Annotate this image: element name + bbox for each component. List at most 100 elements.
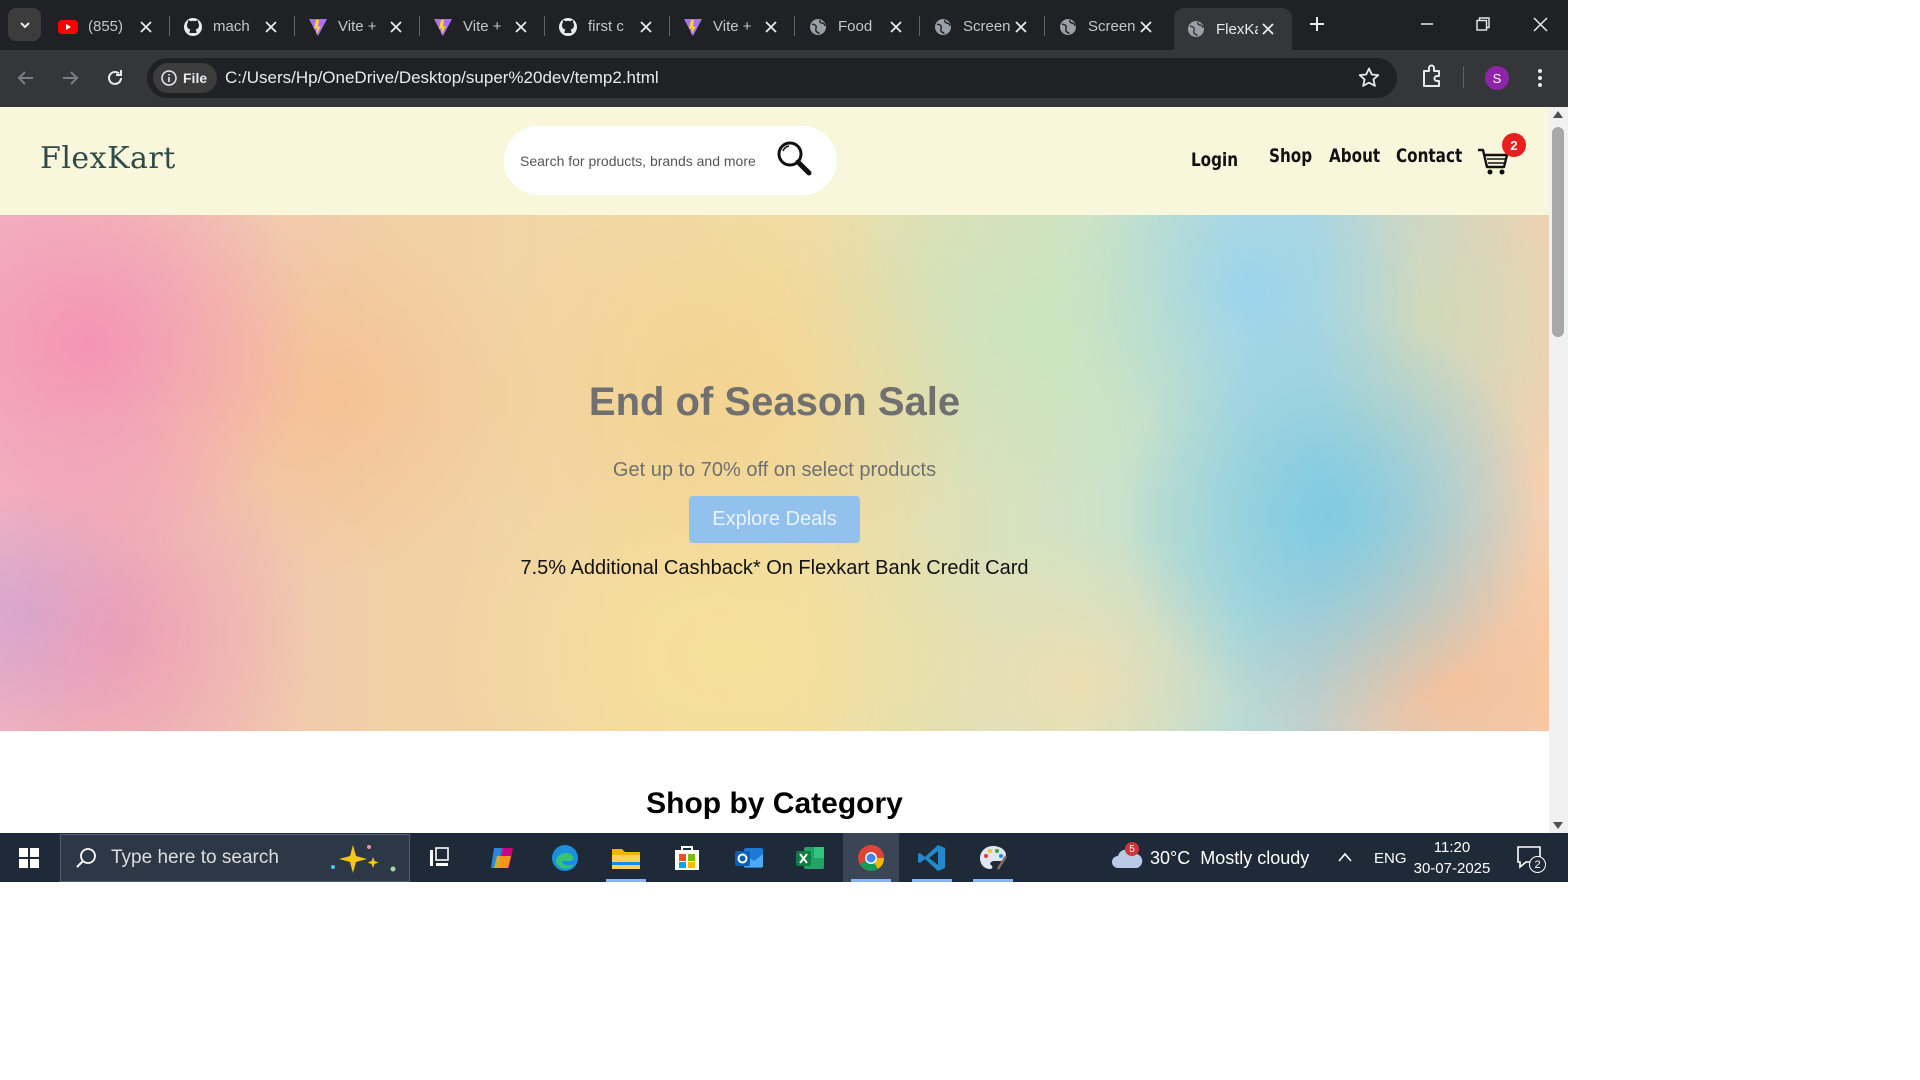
site-info-chip[interactable]: File <box>153 63 218 93</box>
close-tab-icon[interactable] <box>1011 17 1031 37</box>
site-logo[interactable]: FlexKart <box>40 141 176 176</box>
taskbar-app-paint[interactable] <box>965 833 1021 882</box>
youtube-icon <box>58 17 78 37</box>
clock-date: 30-07-2025 <box>1413 860 1491 877</box>
weather-widget[interactable]: 5 30°C Mostly cloudy <box>1110 842 1309 874</box>
browser-tab-strip: (855) mach Vite + Vite + first c Vite + … <box>0 0 1568 50</box>
close-tab-icon[interactable] <box>386 17 406 37</box>
windows-taskbar: Type here to search 5 30°C Mostly cloudy… <box>0 833 1568 882</box>
product-search-input[interactable] <box>518 148 758 174</box>
vite-icon <box>308 17 328 37</box>
taskbar-app-vscode[interactable] <box>904 833 960 882</box>
browser-tab-food[interactable]: Food <box>796 8 920 45</box>
vite-icon <box>683 17 703 37</box>
weather-temperature: 30°C <box>1150 847 1191 868</box>
folder-icon <box>612 848 640 869</box>
bookmark-star-icon[interactable] <box>1357 66 1381 90</box>
weather-description: Mostly cloudy <box>1200 847 1310 868</box>
extensions-puzzle-icon[interactable] <box>1419 63 1445 89</box>
start-button[interactable] <box>0 833 58 882</box>
taskbar-app-file-explorer[interactable] <box>598 833 654 882</box>
browser-tab-screen[interactable]: Screen <box>921 8 1045 45</box>
hero-title: End of Season Sale <box>588 380 961 424</box>
browser-tab-screen[interactable]: Screen <box>1046 8 1170 45</box>
browser-toolbar: File C:/Users/Hp/OneDrive/Desktop/super%… <box>0 50 1568 107</box>
browser-tab-flexkart-active[interactable]: FlexKa <box>1174 8 1292 50</box>
close-tab-icon[interactable] <box>636 17 656 37</box>
url-text[interactable]: C:/Users/Hp/OneDrive/Desktop/super%20dev… <box>225 68 659 88</box>
input-language[interactable]: ENG <box>1374 850 1407 867</box>
scroll-down-arrow-icon[interactable] <box>1553 822 1563 829</box>
github-icon <box>183 17 203 37</box>
profile-avatar[interactable]: S <box>1485 66 1509 90</box>
close-tab-icon[interactable] <box>886 17 906 37</box>
nav-contact[interactable]: Contact <box>1396 145 1462 167</box>
browser-tab-vite[interactable]: Vite + <box>296 8 420 45</box>
more-vertical-icon <box>1538 69 1542 87</box>
cart-count-badge: 2 <box>1502 133 1526 157</box>
browser-menu-button[interactable] <box>1530 64 1550 92</box>
task-view-icon <box>430 846 449 866</box>
nav-about[interactable]: About <box>1329 145 1380 167</box>
explore-deals-button[interactable]: Explore Deals <box>689 496 860 543</box>
address-bar[interactable]: File C:/Users/Hp/OneDrive/Desktop/super%… <box>147 58 1397 98</box>
taskbar-app-chrome[interactable] <box>843 833 899 882</box>
taskbar-app-copilot[interactable] <box>475 833 531 882</box>
taskbar-app-outlook[interactable] <box>721 833 777 882</box>
arrow-left-icon <box>17 71 33 85</box>
paint-palette-icon <box>980 845 1008 870</box>
hero-subtitle: Get up to 70% off on select products <box>612 459 937 481</box>
browser-tab-vite[interactable]: Vite + <box>421 8 545 45</box>
back-button[interactable] <box>10 62 42 94</box>
close-tab-icon[interactable] <box>761 17 781 37</box>
minimize-button[interactable] <box>1407 6 1447 42</box>
weather-alert-badge: 5 <box>1125 842 1139 856</box>
chrome-icon <box>858 844 885 871</box>
taskbar-search-box[interactable]: Type here to search <box>60 834 410 882</box>
taskbar-app-excel[interactable] <box>782 833 838 882</box>
system-clock[interactable]: 11:20 30-07-2025 <box>1410 837 1494 879</box>
tab-search-button[interactable] <box>8 8 41 41</box>
nav-shop[interactable]: Shop <box>1269 145 1312 167</box>
close-window-button[interactable] <box>1520 6 1560 42</box>
close-tab-icon[interactable] <box>1136 17 1156 37</box>
browser-tab-github[interactable]: mach <box>171 8 295 45</box>
search-icon[interactable] <box>774 139 814 179</box>
notification-count-badge: 2 <box>1529 856 1546 873</box>
arrow-right-icon <box>63 71 79 85</box>
globe-icon <box>933 17 953 37</box>
browser-tab-youtube[interactable]: (855) <box>46 8 170 45</box>
product-search-box <box>504 126 837 195</box>
notifications-button[interactable]: 2 <box>1516 845 1546 873</box>
globe-icon <box>1058 17 1078 37</box>
scrollbar-thumb[interactable] <box>1552 127 1564 337</box>
reload-button[interactable] <box>99 62 131 94</box>
restore-button[interactable] <box>1463 6 1503 42</box>
page-scrollbar[interactable] <box>1549 107 1568 833</box>
nav-login[interactable]: Login <box>1191 149 1238 171</box>
close-tab-icon[interactable] <box>511 17 531 37</box>
windows-logo-icon <box>19 847 39 868</box>
close-tab-icon[interactable] <box>1258 19 1278 39</box>
scroll-up-arrow-icon[interactable] <box>1553 111 1563 118</box>
show-hidden-icons-chevron-up-icon[interactable] <box>1337 851 1353 863</box>
close-tab-icon[interactable] <box>261 17 281 37</box>
page-viewport: FlexKart Login Shop About Contact 2 End … <box>0 107 1549 833</box>
tab-title: mach <box>213 18 250 35</box>
hero-banner: End of Season Sale Get up to 70% off on … <box>0 215 1549 731</box>
taskbar-app-edge[interactable] <box>537 833 593 882</box>
vscode-icon <box>918 844 945 871</box>
close-tab-icon[interactable] <box>136 17 156 37</box>
browser-tab-github[interactable]: first c <box>546 8 670 45</box>
tab-title: Vite + <box>338 18 377 35</box>
browser-tab-vite[interactable]: Vite + <box>671 8 795 45</box>
task-view-button[interactable] <box>413 833 469 882</box>
close-icon <box>1532 16 1548 32</box>
forward-button[interactable] <box>54 62 86 94</box>
site-header: FlexKart Login Shop About Contact 2 <box>0 107 1549 215</box>
taskbar-app-store[interactable] <box>659 833 715 882</box>
vite-icon <box>433 17 453 37</box>
shop-by-category-heading: Shop by Category <box>646 787 903 820</box>
tab-title: (855) <box>88 18 124 35</box>
new-tab-button[interactable] <box>1303 10 1331 38</box>
